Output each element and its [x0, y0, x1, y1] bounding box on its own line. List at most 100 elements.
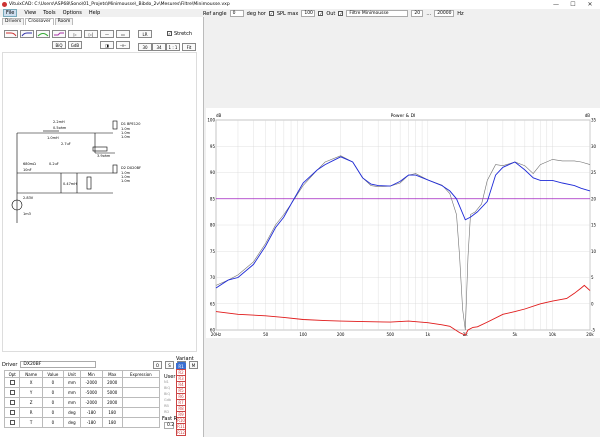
col-header[interactable]: Expression — [121, 370, 161, 378]
pages-input[interactable]: 1 : 1 — [166, 43, 180, 51]
tab-crossover[interactable]: Crossover — [25, 18, 54, 25]
table-cell[interactable]: 180 — [101, 407, 123, 418]
table-row[interactable]: T 0 deg -180 180 — [3, 417, 161, 428]
user-option[interactable]: Gdb — [164, 398, 171, 402]
buffer-icon[interactable]: ▷| — [84, 30, 98, 38]
table-row[interactable]: Z 0 mm -2000 2000 — [3, 397, 161, 408]
ref-angle-input[interactable]: 0 — [229, 10, 244, 17]
table-cell[interactable]: 0 — [41, 397, 64, 408]
table-cell[interactable]: 0 — [41, 387, 64, 398]
maximize-button[interactable]: ☐ — [565, 0, 581, 9]
shelf-icon[interactable] — [52, 30, 66, 38]
opt-cell[interactable] — [3, 387, 21, 398]
table-cell[interactable]: 0 — [41, 407, 64, 418]
highpass-icon[interactable] — [20, 30, 34, 38]
opt-checkbox[interactable] — [9, 419, 15, 425]
speaker-icon[interactable]: ◨ — [100, 41, 114, 49]
filter-checkbox[interactable]: ✓ — [338, 11, 344, 16]
table-row[interactable]: Y 0 mm -5000 5000 — [3, 387, 161, 398]
wire-icon[interactable]: — — [100, 30, 114, 38]
driver-o-button[interactable]: O — [153, 360, 162, 369]
table-cell[interactable]: Y — [19, 387, 43, 398]
table-cell[interactable]: 2000 — [101, 397, 123, 408]
col-header[interactable]: Unit — [62, 370, 81, 378]
table-cell[interactable]: deg — [62, 417, 81, 428]
lowpass-icon[interactable] — [4, 30, 18, 38]
menu-options[interactable]: Options — [63, 10, 82, 16]
opt-cell[interactable] — [3, 397, 21, 408]
table-cell[interactable]: -180 — [79, 417, 103, 428]
table-cell[interactable]: -2000 — [79, 397, 103, 408]
opt-cell[interactable] — [3, 417, 21, 428]
freq-min-input[interactable]: 20 — [411, 10, 424, 17]
table-cell[interactable]: mm — [62, 387, 81, 398]
variant-button[interactable]: R12 — [176, 429, 186, 436]
opt-checkbox[interactable] — [9, 399, 15, 405]
table-cell[interactable] — [121, 407, 161, 418]
menu-view[interactable]: View — [24, 10, 36, 16]
cap-icon[interactable]: ⊣⊢ — [116, 41, 130, 49]
freq-max-input[interactable]: 20000 — [434, 10, 455, 17]
user-option[interactable]: N1 — [164, 380, 169, 384]
table-cell[interactable]: 180 — [101, 417, 123, 428]
driver-s-button[interactable]: S — [165, 360, 174, 369]
close-button[interactable]: ✕ — [582, 0, 598, 9]
table-cell[interactable]: X — [19, 377, 43, 388]
tab-room[interactable]: Room — [54, 18, 74, 25]
col-header[interactable]: Name — [19, 370, 43, 378]
table-cell[interactable] — [121, 397, 161, 408]
schematic-canvas[interactable]: 2.2mH 0.5ohm 1.0mH 2.7uF D1 BPE120 1.0m … — [2, 52, 197, 352]
user-option[interactable]: RB — [164, 404, 169, 408]
amp-icon[interactable]: ▷ — [68, 30, 82, 38]
col-header[interactable]: Max — [101, 370, 123, 378]
table-row[interactable]: R 0 deg -180 180 — [3, 407, 161, 418]
opt-cell[interactable] — [3, 407, 21, 418]
table-cell[interactable]: R — [19, 407, 43, 418]
bandpass-icon[interactable] — [36, 30, 50, 38]
table-cell[interactable]: T — [19, 417, 43, 428]
menu-file[interactable]: File — [3, 9, 18, 17]
out-checkbox[interactable]: ✓ — [318, 11, 324, 16]
user-option[interactable]: RD — [164, 410, 169, 414]
table-cell[interactable]: 5000 — [101, 387, 123, 398]
table-cell[interactable]: 0 — [41, 377, 64, 388]
table-cell[interactable]: -2000 — [79, 377, 103, 388]
gain-button[interactable]: GdB — [68, 41, 82, 49]
opt-checkbox[interactable] — [9, 389, 15, 395]
table-cell[interactable]: 2000 — [101, 377, 123, 388]
col-header[interactable]: Value — [41, 370, 64, 378]
menu-help[interactable]: Help — [89, 10, 100, 16]
table-cell[interactable]: Z — [19, 397, 43, 408]
table-cell[interactable]: mm — [62, 397, 81, 408]
driver-select[interactable]: DX20BF — [20, 361, 97, 368]
user-option[interactable]: BiQ — [164, 386, 170, 390]
col-header[interactable]: Min — [79, 370, 103, 378]
filter-name-input[interactable]: Filtre Minimousse — [346, 10, 409, 17]
col-header[interactable]: Opt — [3, 370, 21, 378]
table-cell[interactable]: -5000 — [79, 387, 103, 398]
table-cell[interactable] — [121, 417, 161, 428]
fast-input[interactable]: 0.2 — [164, 422, 174, 429]
table-cell[interactable]: mm — [62, 377, 81, 388]
menu-tools[interactable]: Tools — [43, 10, 55, 16]
user-option[interactable]: BiQ — [164, 392, 170, 396]
opt-cell[interactable] — [3, 377, 21, 388]
fit-button[interactable]: Fit — [182, 43, 196, 51]
resistor-icon[interactable]: ▭ — [116, 30, 130, 38]
zoom-input[interactable]: 30 — [138, 43, 152, 51]
opt-checkbox[interactable] — [9, 409, 15, 415]
lr-button[interactable]: LR — [138, 30, 152, 38]
table-cell[interactable] — [121, 387, 161, 398]
power-di-chart[interactable]: Power & DI dB dB 100 95 90 85 80 75 70 65 60 35 30 25 2… — [206, 108, 600, 338]
zoom2-input[interactable]: 34 — [152, 43, 166, 51]
table-row[interactable]: X 0 mm -2000 2000 — [3, 377, 161, 388]
minimize-button[interactable]: — — [548, 0, 564, 9]
biq-button[interactable]: BiQ — [52, 41, 66, 49]
table-cell[interactable]: -180 — [79, 407, 103, 418]
table-cell[interactable]: deg — [62, 407, 81, 418]
spl-max-checkbox[interactable]: ✓ — [268, 11, 274, 16]
opt-checkbox[interactable] — [9, 379, 15, 385]
spl-max-input[interactable]: 100 — [301, 10, 316, 17]
stretch-checkbox[interactable]: ✓ — [167, 31, 172, 36]
table-cell[interactable] — [121, 377, 161, 388]
